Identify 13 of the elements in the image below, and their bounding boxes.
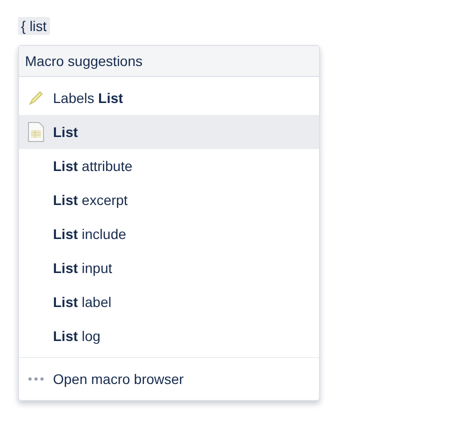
popup-title: Macro suggestions <box>19 46 319 77</box>
suggestion-item[interactable]: Labels List <box>19 81 319 115</box>
suggestion-item[interactable]: List label <box>19 285 319 319</box>
suggestion-item[interactable]: List include <box>19 217 319 251</box>
suggestion-item[interactable]: List log <box>19 319 319 353</box>
macro-query-token: { list <box>18 17 50 35</box>
open-macro-browser-item[interactable]: Open macro browser <box>19 358 319 400</box>
suggestion-item[interactable]: List excerpt <box>19 183 319 217</box>
suggestion-item[interactable]: List input <box>19 251 319 285</box>
document-icon <box>27 121 45 143</box>
more-icon <box>27 376 45 382</box>
suggestion-item[interactable]: List <box>19 115 319 149</box>
suggestion-item[interactable]: List attribute <box>19 149 319 183</box>
